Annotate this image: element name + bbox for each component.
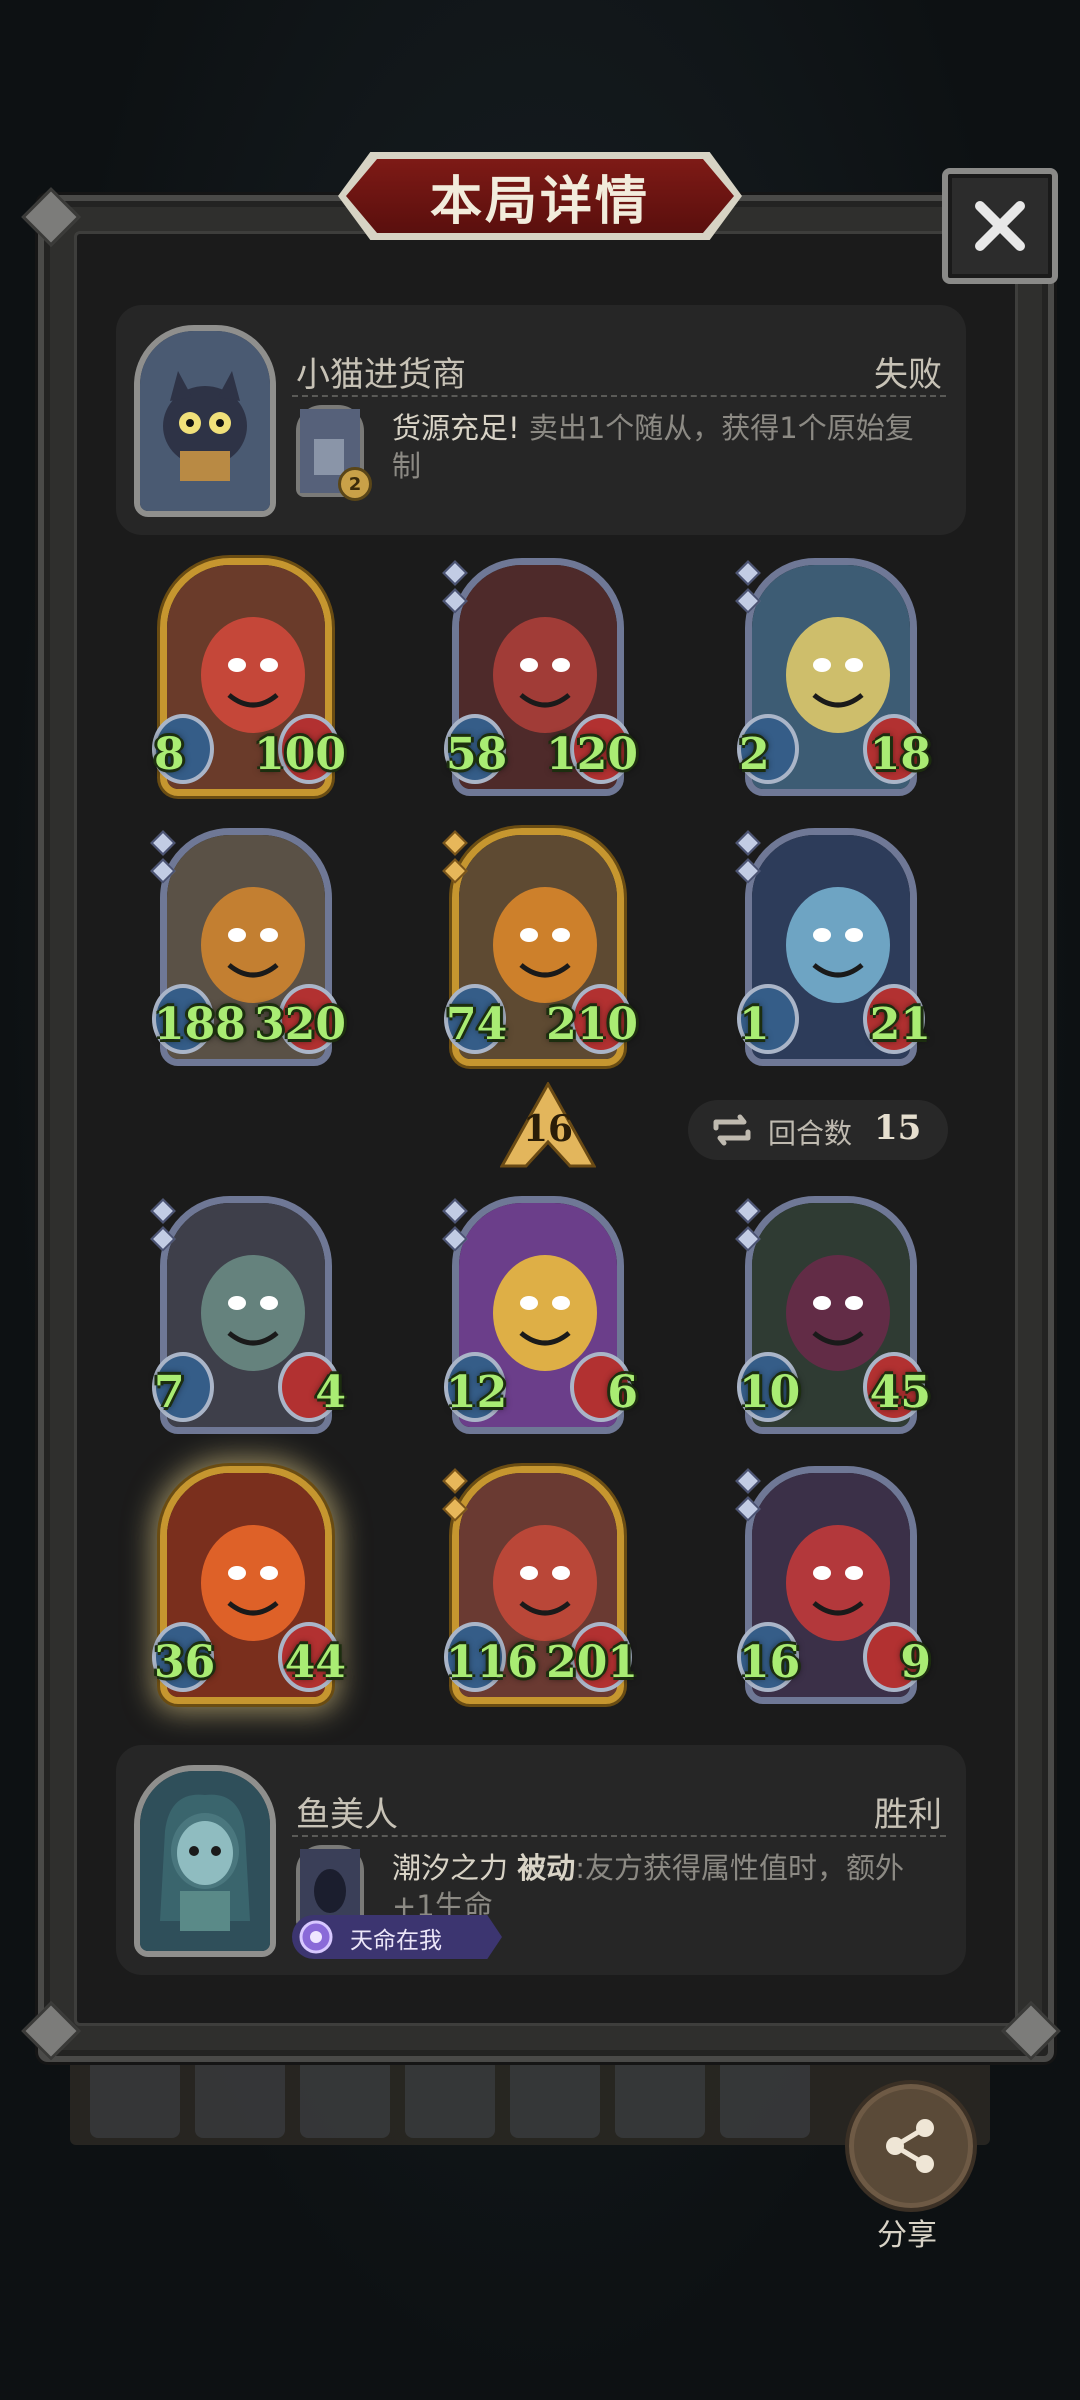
- minion-card[interactable]: 116 201: [442, 1466, 638, 1704]
- share-button[interactable]: [845, 2080, 977, 2212]
- minion-card[interactable]: 2 18: [735, 558, 931, 796]
- rank-stars: [442, 560, 468, 620]
- hero-power-description: 货源充足! 卖出1个随从，获得1个原始复制: [392, 409, 942, 485]
- minion-card[interactable]: 36 44: [152, 1466, 346, 1704]
- rounds-value: 15: [874, 1108, 922, 1148]
- hero-power-type: 被动: [517, 1851, 576, 1885]
- minion-health: 4: [315, 1367, 346, 1418]
- minion-attack: 1: [739, 999, 770, 1050]
- rank-stars: [735, 1468, 761, 1528]
- rank-stars: [442, 1468, 468, 1528]
- minion-card[interactable]: 188 320: [150, 828, 346, 1066]
- rank-stars: [735, 830, 761, 890]
- dialog-title-banner: 本局详情: [338, 152, 742, 240]
- minion-health: 201: [546, 1637, 638, 1688]
- close-icon: [975, 201, 1025, 251]
- minion-health: 320: [254, 999, 346, 1050]
- minion-attack: 74: [446, 999, 508, 1050]
- player-result: 胜利: [874, 1795, 942, 1835]
- minion-attack: 7: [154, 1367, 185, 1418]
- minion-card[interactable]: 74: [150, 1196, 346, 1434]
- hero-power-level: 2: [338, 467, 372, 501]
- destiny-badge: 天命在我: [292, 1915, 502, 1959]
- minion-attack: 58: [446, 729, 508, 780]
- share-label: 分享: [877, 2218, 937, 2253]
- minion-card[interactable]: 1 21: [735, 828, 931, 1066]
- opponent-avatar: [134, 325, 276, 517]
- rounds-badge: 回合数 15: [688, 1100, 948, 1160]
- minion-attack: 116: [446, 1637, 538, 1688]
- minion-attack: 188: [154, 999, 246, 1050]
- minion-card[interactable]: 58 120: [442, 558, 638, 796]
- minion-health: 210: [546, 999, 638, 1050]
- opponent-name: 小猫进货商: [296, 355, 466, 395]
- minion-health: 45: [869, 1367, 931, 1418]
- minion-health: 100: [254, 729, 346, 780]
- divider: [292, 1835, 946, 1837]
- rank-stars: [442, 1198, 468, 1258]
- hero-power-icon[interactable]: 2: [296, 405, 372, 501]
- minion-attack: 16: [739, 1637, 801, 1688]
- hero-power-name: 潮汐之力: [392, 1851, 509, 1885]
- divider: [292, 395, 946, 397]
- close-button[interactable]: [942, 168, 1058, 284]
- minion-card[interactable]: 8 100: [152, 558, 346, 796]
- hero-power-name: 货源充足!: [392, 411, 520, 445]
- opponent-result: 失败: [874, 355, 942, 395]
- minion-card[interactable]: 12 6: [442, 1196, 638, 1434]
- rank-stars: [735, 560, 761, 620]
- opponent-panel: 小猫进货商 失败 2 货源充足! 卖出1个随从，获得1个原始复制: [116, 305, 966, 535]
- minion-health: 18: [869, 729, 931, 780]
- minion-health: 9: [900, 1637, 931, 1688]
- destiny-gem-icon: [299, 1920, 333, 1954]
- minion-attack: 8: [154, 729, 185, 780]
- minion-attack: 2: [739, 729, 770, 780]
- minion-card[interactable]: 10 45: [735, 1196, 931, 1434]
- minion-attack: 12: [446, 1367, 508, 1418]
- rounds-label: 回合数: [768, 1117, 853, 1150]
- rank-stars: [150, 830, 176, 890]
- rank-stars: [735, 1198, 761, 1258]
- rank-stars: [150, 1198, 176, 1258]
- player-name: 鱼美人: [296, 1795, 398, 1835]
- minion-health: 44: [284, 1637, 346, 1688]
- minion-health: 6: [607, 1367, 638, 1418]
- player-panel: 鱼美人 胜利 潮汐之力 被动:友方获得属性值时，额外+1生命 天命在我: [116, 1745, 966, 1975]
- player-avatar: [134, 1765, 276, 1957]
- minion-card[interactable]: 16 9: [735, 1466, 931, 1704]
- destiny-label: 天命在我: [350, 1928, 442, 1954]
- minion-health: 21: [869, 999, 931, 1050]
- repeat-icon: [713, 1114, 751, 1146]
- share-icon: [886, 2119, 934, 2173]
- minion-health: 120: [546, 729, 638, 780]
- rank-stars: [442, 830, 468, 890]
- minion-attack: 10: [739, 1367, 801, 1418]
- minion-attack: 36: [154, 1637, 216, 1688]
- tavern-level: 16: [522, 1108, 574, 1150]
- tavern-level-arrow: 16: [499, 1080, 597, 1170]
- minion-card[interactable]: 74 210: [442, 828, 638, 1066]
- hero-power-description: 潮汐之力 被动:友方获得属性值时，额外+1生命: [392, 1849, 942, 1925]
- page-title: 本局详情: [346, 159, 734, 233]
